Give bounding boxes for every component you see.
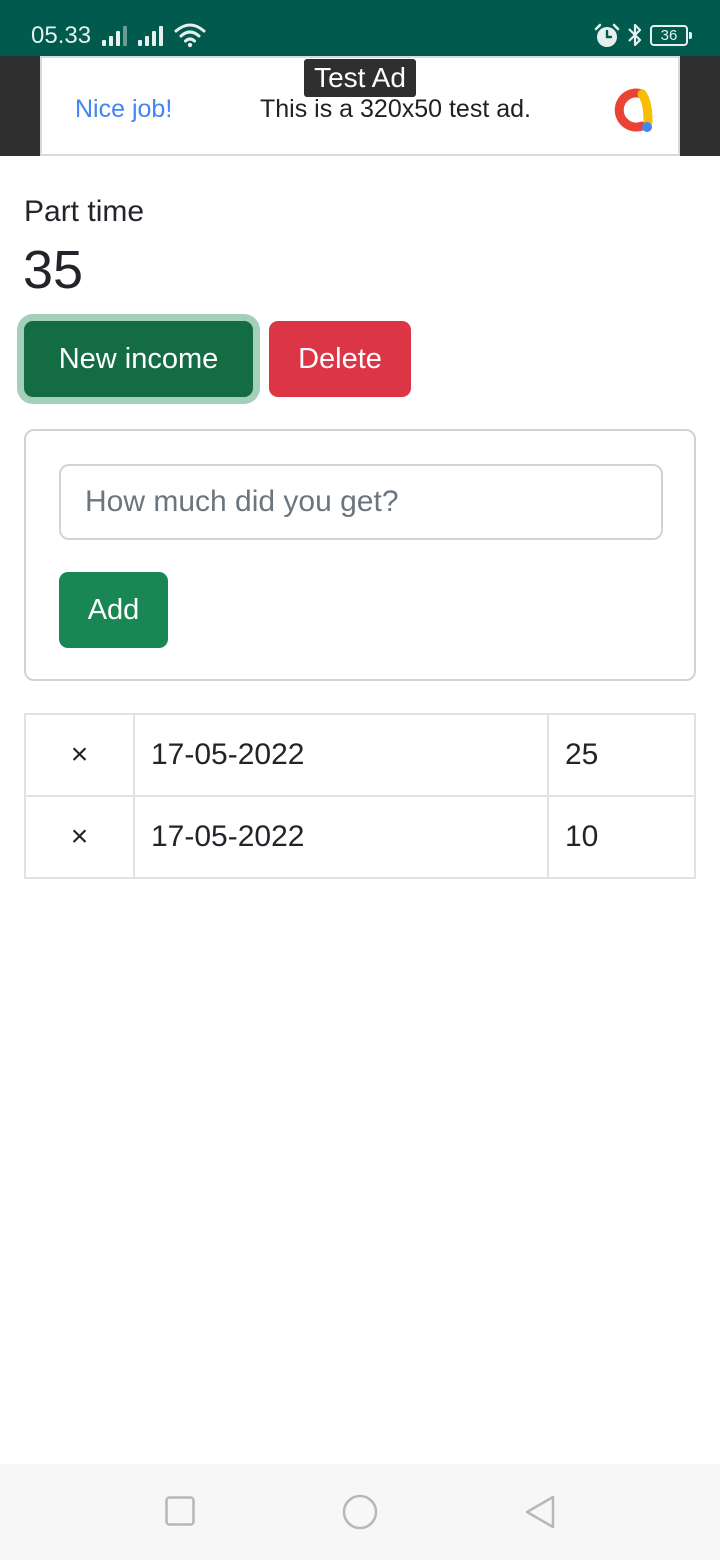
bluetooth-icon xyxy=(628,23,642,47)
navigation-bar xyxy=(0,1464,720,1560)
remove-entry-button[interactable]: × xyxy=(24,795,135,879)
entry-amount: 10 xyxy=(547,795,696,879)
new-income-form: Add xyxy=(24,429,696,681)
admob-logo-icon xyxy=(614,88,653,132)
table-row: × 17-05-2022 25 xyxy=(24,713,696,797)
table-row: × 17-05-2022 10 xyxy=(24,795,696,879)
alarm-icon xyxy=(594,23,620,47)
delete-button[interactable]: Delete xyxy=(269,321,411,397)
remove-entry-button[interactable]: × xyxy=(24,713,135,797)
battery-icon: 36 xyxy=(650,25,692,46)
signal-icon xyxy=(138,24,168,46)
entry-date: 17-05-2022 xyxy=(133,713,549,797)
amount-input[interactable] xyxy=(59,464,663,540)
recents-icon[interactable] xyxy=(164,1494,196,1528)
back-icon[interactable] xyxy=(522,1494,558,1530)
new-income-button[interactable]: New income xyxy=(24,321,253,397)
add-button[interactable]: Add xyxy=(59,572,168,648)
status-time: 05.33 xyxy=(31,22,92,49)
ad-text: This is a 320x50 test ad. xyxy=(260,95,531,123)
account-title: Part time xyxy=(24,195,145,228)
account-total: 35 xyxy=(23,240,84,300)
status-bar: 05.33 36 xyxy=(0,0,720,56)
wifi-icon xyxy=(174,23,206,48)
entry-date: 17-05-2022 xyxy=(133,795,549,879)
signal-icon xyxy=(102,24,132,46)
entry-amount: 25 xyxy=(547,713,696,797)
home-icon[interactable] xyxy=(340,1494,380,1530)
income-table: × 17-05-2022 25 × 17-05-2022 10 xyxy=(24,713,696,879)
ad-headline[interactable]: Nice job! xyxy=(75,94,172,124)
test-ad-label: Test Ad xyxy=(304,59,416,97)
